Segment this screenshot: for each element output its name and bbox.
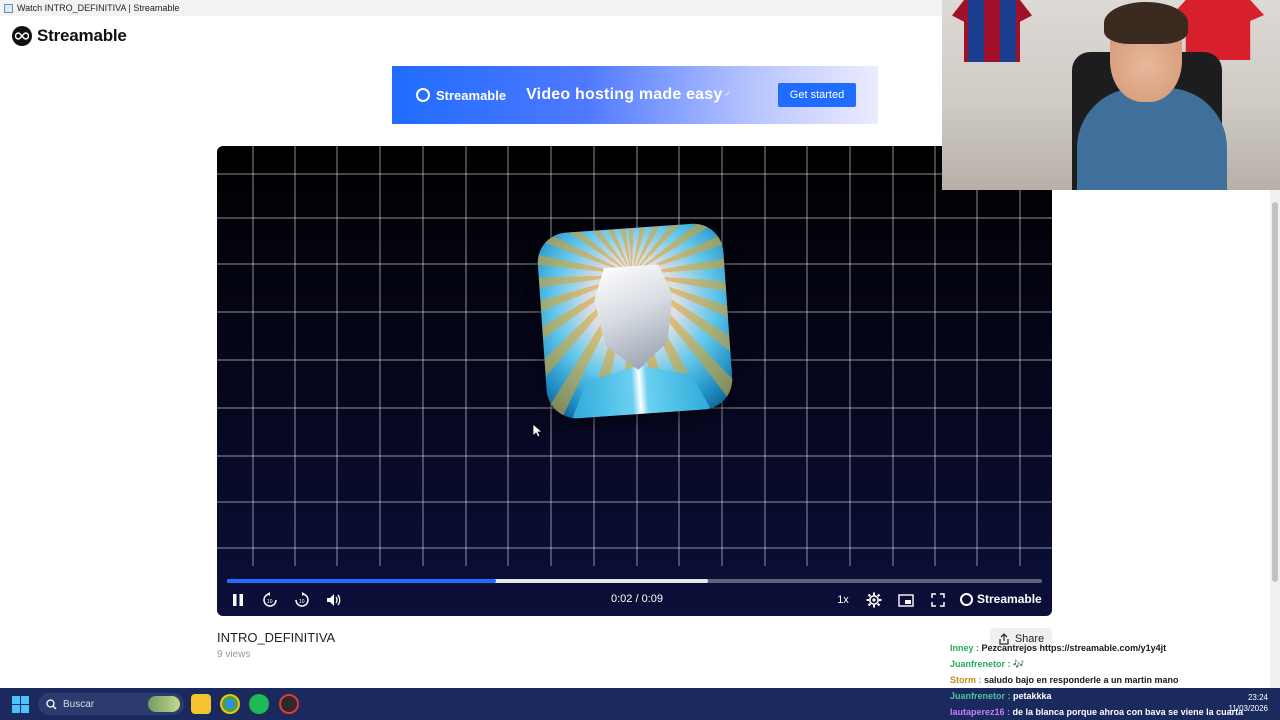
chat-message: Juanfrenetor : petakkka bbox=[950, 688, 1280, 704]
banner-brand-label: Streamable bbox=[436, 87, 507, 103]
sparkle-icon: ⸝ bbox=[724, 83, 731, 98]
search-icon bbox=[46, 698, 57, 709]
playback-speed-button[interactable]: 1x bbox=[835, 590, 851, 610]
search-highlight-icon bbox=[148, 696, 180, 712]
chat-text: saludo bajo en responderle a un martin m… bbox=[984, 675, 1179, 685]
gear-icon bbox=[866, 592, 882, 608]
promo-banner[interactable]: Streamable Video hosting made easy ⸝ Get… bbox=[392, 66, 878, 124]
player-controls: 10 10 0:02 / 0:09 1x Streamable bbox=[217, 588, 1052, 612]
site-logo-text[interactable]: Streamable bbox=[37, 26, 127, 46]
mouse-cursor-icon bbox=[533, 424, 543, 438]
video-app-icon-artwork bbox=[535, 221, 735, 421]
player-brand[interactable]: Streamable bbox=[960, 592, 1042, 606]
chat-username: Juanfrenetor : bbox=[950, 691, 1014, 701]
seek-bar-played bbox=[227, 579, 496, 583]
forward-button[interactable]: 10 bbox=[293, 590, 311, 610]
chat-message: Storm : saludo bajo en responderle a un … bbox=[950, 672, 1280, 688]
volume-icon bbox=[327, 594, 341, 606]
chat-message: lnney : Pezcantrejos https://streamable.… bbox=[950, 640, 1280, 656]
svg-text:10: 10 bbox=[299, 599, 305, 605]
video-title: INTRO_DEFINITIVA bbox=[217, 630, 336, 645]
page-favicon-icon bbox=[4, 3, 13, 13]
rewind-icon: 10 bbox=[263, 592, 277, 607]
streamer-hair bbox=[1104, 2, 1188, 44]
chat-message: lautaperez16 : de la blanca porque ahroa… bbox=[950, 704, 1280, 720]
player-brand-label: Streamable bbox=[977, 592, 1042, 606]
chat-username: lautaperez16 : bbox=[950, 707, 1013, 717]
obs-icon[interactable] bbox=[279, 694, 299, 714]
fullscreen-button[interactable] bbox=[929, 590, 947, 610]
taskbar-search[interactable]: Buscar bbox=[38, 693, 184, 715]
windows-start-icon[interactable] bbox=[12, 696, 29, 713]
seek-bar[interactable] bbox=[227, 579, 1042, 583]
stream-chat-overlay: lnney : Pezcantrejos https://streamable.… bbox=[950, 640, 1280, 720]
chat-username: Storm : bbox=[950, 675, 985, 685]
volume-button[interactable] bbox=[325, 590, 343, 610]
site-header: Streamable bbox=[12, 24, 127, 48]
chat-text: de la blanca porque ahroa con bava se vi… bbox=[1012, 707, 1244, 717]
chat-text: petakkka bbox=[1013, 691, 1052, 701]
chrome-icon[interactable] bbox=[220, 694, 240, 714]
spotify-icon[interactable] bbox=[249, 694, 269, 714]
pause-button[interactable] bbox=[229, 590, 247, 610]
streamable-logo-icon[interactable] bbox=[12, 26, 32, 46]
video-player[interactable]: 10 10 0:02 / 0:09 1x Streamable bbox=[217, 146, 1052, 616]
streamer-webcam-overlay bbox=[942, 0, 1280, 190]
pause-icon bbox=[233, 594, 243, 606]
chat-text: Pezcantrejos https://streamable.com/y1y4… bbox=[981, 643, 1167, 653]
player-streamable-logo-icon bbox=[960, 592, 973, 606]
file-explorer-icon[interactable] bbox=[191, 694, 211, 714]
banner-tagline: Video hosting made easy bbox=[526, 86, 723, 103]
picture-in-picture-icon bbox=[898, 593, 914, 607]
chat-text: 🎶 bbox=[1013, 659, 1025, 669]
chat-username: Juanfrenetor : bbox=[950, 659, 1014, 669]
window-title: Watch INTRO_DEFINITIVA | Streamable bbox=[17, 3, 180, 13]
banner-logo-icon bbox=[416, 88, 430, 102]
taskbar-search-placeholder: Buscar bbox=[63, 698, 95, 710]
picture-in-picture-button[interactable] bbox=[897, 590, 915, 610]
streamer-body bbox=[1077, 88, 1227, 190]
chat-username: lnney : bbox=[950, 643, 982, 653]
page-scrollbar[interactable] bbox=[1270, 190, 1280, 688]
chat-message: Juanfrenetor : 🎶 bbox=[950, 656, 1280, 672]
view-count: 9 views bbox=[217, 649, 251, 660]
time-display: 0:02 / 0:09 bbox=[611, 593, 663, 605]
svg-text:10: 10 bbox=[267, 599, 273, 605]
forward-icon: 10 bbox=[295, 592, 309, 607]
get-started-button[interactable]: Get started bbox=[778, 83, 856, 107]
wall-jersey-left bbox=[952, 0, 1032, 62]
fullscreen-icon bbox=[931, 593, 945, 607]
banner-brand: Streamable bbox=[416, 88, 506, 103]
rewind-button[interactable]: 10 bbox=[261, 590, 279, 610]
settings-button[interactable] bbox=[865, 590, 883, 610]
scrollbar-thumb[interactable] bbox=[1272, 202, 1278, 582]
